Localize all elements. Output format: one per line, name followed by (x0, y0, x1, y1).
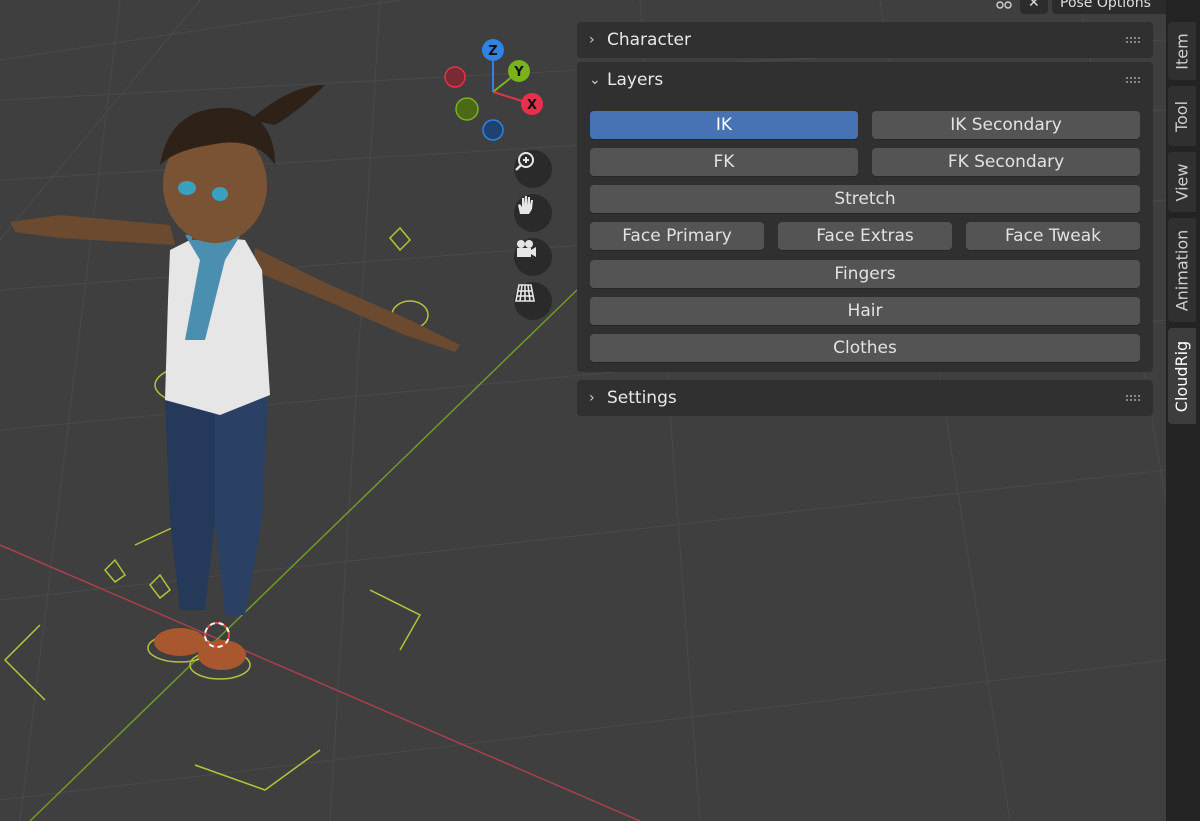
y-label: Y (513, 65, 524, 80)
chevron-right-icon: › (589, 32, 595, 48)
tab-item-label: Item (1172, 32, 1192, 70)
character-panel-title: Character (607, 30, 691, 50)
header-overlay-controls: ✕ (994, 0, 1048, 14)
layer-face-extras-button[interactable]: Face Extras (778, 222, 952, 250)
close-icon[interactable]: ✕ (1020, 0, 1048, 14)
y-axis-line (29, 289, 578, 821)
layer-fk-button[interactable]: FK (590, 148, 858, 176)
chevron-down-icon: ⌄ (589, 72, 601, 88)
settings-panel-header[interactable]: › Settings (577, 380, 1153, 416)
layer-face-primary-button[interactable]: Face Primary (590, 222, 764, 250)
layers-panel-header[interactable]: ⌄ Layers (577, 62, 1153, 98)
tab-cloudrig[interactable]: CloudRig (1168, 328, 1196, 424)
tab-view-label: View (1172, 163, 1192, 201)
drag-grip-icon[interactable] (1125, 394, 1141, 402)
neg-z-handle (482, 119, 504, 141)
camera-icon[interactable] (514, 238, 552, 276)
settings-panel: › Settings (577, 380, 1153, 416)
layer-clothes-button[interactable]: Clothes (590, 334, 1140, 362)
layer-ik-button[interactable]: IK (590, 111, 858, 139)
pose-options-label: Pose Options (1060, 0, 1151, 11)
neg-x-handle (444, 66, 466, 88)
layer-ik-secondary-button[interactable]: IK Secondary (872, 111, 1140, 139)
axis-gizmo[interactable]: Z Y X (440, 38, 560, 148)
z-label: Z (488, 44, 497, 59)
x-label: X (527, 98, 537, 113)
tab-tool-label: Tool (1172, 100, 1192, 132)
hand-pan-icon[interactable] (514, 194, 552, 232)
drag-grip-icon[interactable] (1125, 36, 1141, 44)
layers-panel: ⌄ Layers IK IK Secondary FK FK Secondary… (577, 62, 1153, 372)
tab-item[interactable]: Item (1168, 22, 1196, 80)
character-model (10, 85, 460, 670)
layer-fk-secondary-button[interactable]: FK Secondary (872, 148, 1140, 176)
layers-panel-title: Layers (607, 70, 664, 90)
character-panel-header[interactable]: › Character (577, 22, 1153, 58)
settings-panel-title: Settings (607, 388, 677, 408)
zoom-icon[interactable] (514, 150, 552, 188)
neg-y-handle (455, 97, 479, 121)
layer-fingers-button[interactable]: Fingers (590, 260, 1140, 288)
chevron-right-icon: › (589, 390, 595, 406)
tab-tool[interactable]: Tool (1168, 86, 1196, 146)
drag-grip-icon[interactable] (1125, 76, 1141, 84)
sidebar-tabs: Item Tool View Animation CloudRig (1166, 0, 1200, 821)
layer-hair-button[interactable]: Hair (590, 297, 1140, 325)
tab-animation-label: Animation (1172, 229, 1192, 311)
tab-view[interactable]: View (1168, 152, 1196, 212)
layer-stretch-button[interactable]: Stretch (590, 185, 1140, 213)
grid-ortho-icon[interactable] (514, 282, 552, 320)
x-axis-line (0, 544, 641, 821)
layer-face-tweak-button[interactable]: Face Tweak (966, 222, 1140, 250)
tab-cloudrig-label: CloudRig (1172, 340, 1192, 412)
overlay-icon[interactable] (994, 0, 1014, 13)
tab-animation[interactable]: Animation (1168, 218, 1196, 322)
character-panel: › Character (577, 22, 1153, 58)
